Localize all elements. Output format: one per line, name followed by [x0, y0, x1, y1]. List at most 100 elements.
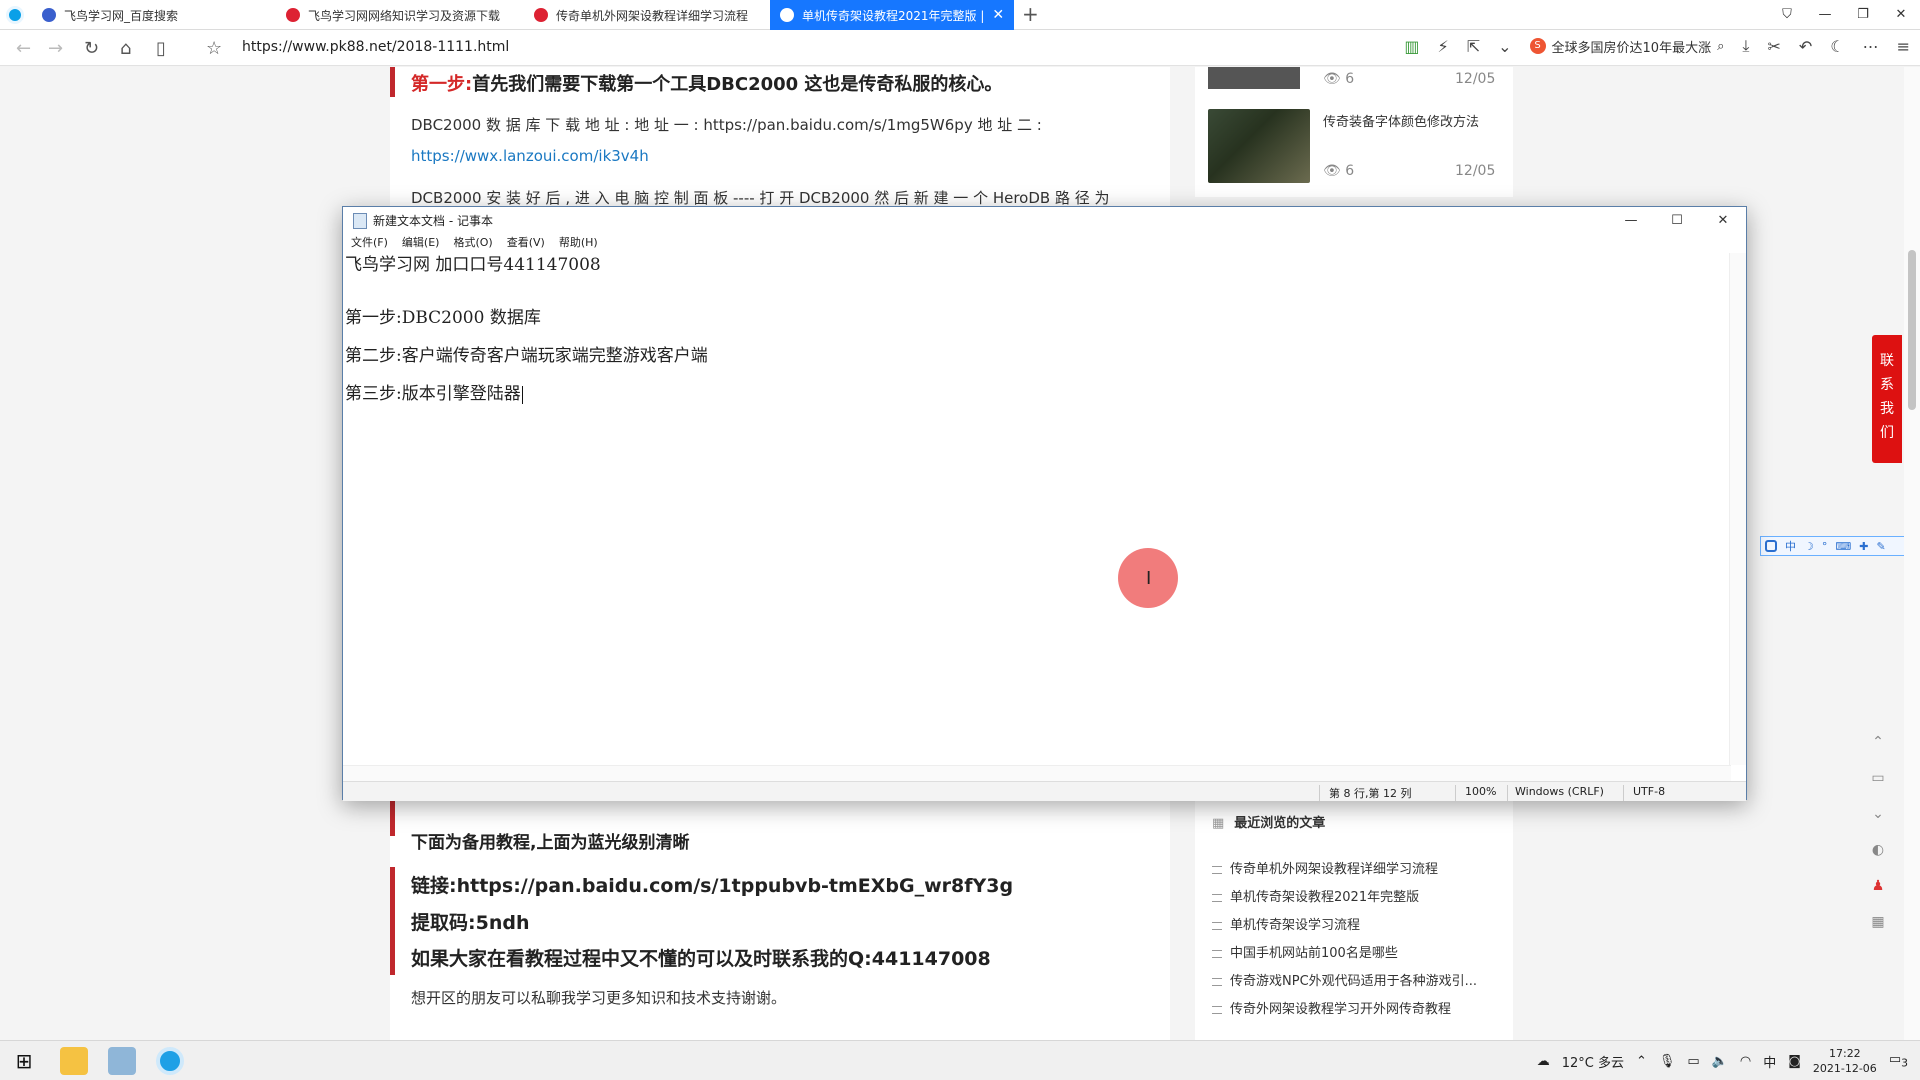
search-icon[interactable]: ⌕	[1717, 39, 1724, 54]
tray-chevron-icon[interactable]: ⌃	[1636, 1054, 1647, 1069]
minimize-button[interactable]: —	[1608, 207, 1654, 234]
reading-mode-icon[interactable]: ▯	[156, 38, 166, 59]
menu-format[interactable]: 格式(O)	[453, 234, 492, 253]
browser-logo-icon[interactable]	[6, 6, 24, 24]
ime-punct-icon[interactable]: °	[1822, 540, 1828, 553]
close-button[interactable]: ✕	[1700, 207, 1746, 234]
notepad-menubar: 文件(F) 编辑(E) 格式(O) 查看(V) 帮助(H)	[343, 234, 598, 253]
qrcode-icon[interactable]: ▦	[1871, 914, 1884, 930]
address-bar: ← → ↻ ⌂ ▯ ☆ https://www.pk88.net/2018-11…	[0, 30, 1920, 66]
volume-icon[interactable]: 🔈	[1712, 1054, 1728, 1069]
tab-close-icon[interactable]: ✕	[992, 7, 1004, 23]
bookmark-star-icon[interactable]: ☆	[206, 38, 222, 59]
tab-baidu-search[interactable]: 飞鸟学习网_百度搜索	[32, 0, 274, 30]
recent-item[interactable]: 传奇游戏NPC外观代码适用于各种游戏引...	[1212, 970, 1477, 989]
download-icon[interactable]: ⤓	[1742, 36, 1749, 56]
close-button[interactable]: ✕	[1882, 0, 1920, 30]
start-windows-icon[interactable]: ⊞	[10, 1047, 38, 1075]
notepad-text-area[interactable]: 飞鸟学习网 加口口号441147008 第一步:DBC2000 数据库 第二步:…	[343, 253, 1731, 765]
weather-text[interactable]: 12°C 多云	[1562, 1052, 1624, 1071]
menu-file[interactable]: 文件(F)	[351, 234, 388, 253]
theme-icon[interactable]: ◐	[1872, 842, 1884, 858]
new-tab-button[interactable]: +	[1022, 2, 1039, 26]
page-scrollbar[interactable]	[1904, 67, 1920, 1040]
menu-view[interactable]: 查看(V)	[507, 234, 545, 253]
recent-item[interactable]: 单机传奇架设教程2021年完整版	[1212, 886, 1419, 905]
menu-help[interactable]: 帮助(H)	[559, 234, 598, 253]
forward-icon[interactable]: →	[48, 38, 63, 59]
text-line-current: 第三步:版本引擎登陆器	[345, 384, 523, 404]
scroll-down-icon[interactable]: ⌄	[1872, 806, 1884, 822]
tab-feiniao-home[interactable]: 飞鸟学习网网络知识学习及资源下载	[276, 0, 522, 30]
recent-item[interactable]: 单机传奇架设学习流程	[1212, 914, 1360, 933]
notepad-window-controls: — ☐ ✕	[1608, 207, 1746, 234]
ime-toolbar[interactable]: 中 ☽ ° ⌨ ✚ ✎	[1760, 536, 1904, 556]
undo-icon[interactable]: ↶	[1799, 37, 1812, 56]
article-thumbnail[interactable]	[1208, 109, 1310, 183]
refresh-icon[interactable]: ↻	[84, 38, 99, 59]
download-line: DBC2000 数 据 库 下 载 地 址 : 地 址 一 : https://…	[411, 116, 1042, 134]
home-icon[interactable]: ⌂	[120, 38, 131, 59]
contact-us-button[interactable]: 联 系 我 们	[1872, 335, 1902, 463]
more-icon[interactable]: ⋯	[1863, 37, 1879, 56]
floating-tools: ⌃ ▭ ⌄ ◐ ♟ ▦	[1863, 734, 1893, 930]
text-line: 第一步:DBC2000 数据库	[345, 308, 541, 328]
share-icon[interactable]: ⇱	[1467, 37, 1480, 56]
ime-mode[interactable]: 中	[1785, 538, 1796, 554]
notepad-statusbar: 第 8 行,第 12 列 100% Windows (CRLF) UTF-8	[343, 781, 1746, 801]
recent-item[interactable]: 传奇外网架设教程学习开外网传奇教程	[1212, 998, 1451, 1017]
browser-tab-bar: 飞鸟学习网_百度搜索 飞鸟学习网网络知识学习及资源下载 传奇单机外网架设教程详细…	[0, 0, 1920, 30]
ime-moon-icon[interactable]: ☽	[1804, 540, 1814, 553]
flash-icon[interactable]: ⚡	[1437, 37, 1448, 56]
baidu-link-line[interactable]: 链接:https://pan.baidu.com/s/1tppubvb-tmEX…	[411, 871, 1013, 898]
night-mode-icon[interactable]: ☾	[1830, 37, 1844, 56]
notepad-vertical-scrollbar[interactable]	[1729, 253, 1746, 765]
tab-active-tutorial-2021[interactable]: 单机传奇架设教程2021年完整版 | ✕	[770, 0, 1014, 30]
menu-edit[interactable]: 编辑(E)	[402, 234, 440, 253]
article-date: 12/05	[1455, 71, 1496, 87]
related-articles-card: 👁 6 12/05 传奇装备字体颜色修改方法 👁 6 12/05	[1195, 67, 1513, 197]
ime-settings-icon[interactable]: ✚	[1859, 540, 1868, 553]
tab-list-icon[interactable]: ⛉	[1768, 0, 1806, 30]
ime-keyboard-icon[interactable]: ⌨	[1835, 540, 1851, 553]
ime-tray-icon[interactable]: 中	[1763, 1052, 1776, 1071]
restore-button[interactable]: ❐	[1844, 0, 1882, 30]
battery-icon[interactable]: ▭	[1687, 1054, 1699, 1069]
clock[interactable]: 17:22 2021-12-06	[1813, 1046, 1877, 1076]
contact-char: 们	[1880, 425, 1894, 441]
chevron-down-icon[interactable]: ⌄	[1498, 37, 1511, 56]
scroll-up-icon[interactable]: ⌃	[1872, 734, 1884, 750]
scrollbar-thumb[interactable]	[1908, 250, 1916, 410]
download-link-2[interactable]: https://wwx.lanzoui.com/ik3v4h	[411, 141, 1151, 171]
notification-count: 3	[1901, 1056, 1908, 1070]
comment-icon[interactable]: ▭	[1871, 770, 1884, 786]
notepad-titlebar[interactable]: 新建文本文档 - 记事本 — ☐ ✕	[343, 207, 1746, 234]
backup-title: 下面为备用教程,上面为蓝光级别清晰	[411, 833, 690, 853]
tab-chuanqi-tutorial[interactable]: 传奇单机外网架设教程详细学习流程	[524, 0, 768, 30]
notepad-taskbar-icon[interactable]	[108, 1047, 136, 1075]
article-date: 12/05	[1455, 163, 1496, 179]
scissors-icon[interactable]: ✂	[1767, 37, 1780, 56]
tab-label: 飞鸟学习网_百度搜索	[64, 8, 179, 23]
maximize-button[interactable]: ☐	[1654, 207, 1700, 234]
recent-item[interactable]: 传奇单机外网架设教程详细学习流程	[1212, 858, 1438, 877]
reader-icon[interactable]: ▥	[1404, 37, 1419, 56]
qq-tray-icon[interactable]: ◙	[1788, 1054, 1801, 1069]
hot-search-box[interactable]: S 全球多国房价达10年最大涨 ⌕	[1529, 37, 1724, 56]
notepad-horizontal-scrollbar[interactable]	[343, 765, 1731, 781]
article-title-link[interactable]: 传奇装备字体颜色修改方法	[1323, 111, 1479, 130]
user-icon[interactable]: ♟	[1872, 878, 1885, 894]
section-marker	[390, 67, 395, 97]
url-input[interactable]: https://www.pk88.net/2018-1111.html	[242, 39, 509, 55]
wifi-icon[interactable]: ◠	[1740, 1054, 1751, 1069]
recent-item[interactable]: 中国手机网站前100名是哪些	[1212, 942, 1398, 961]
browser-taskbar-icon[interactable]	[156, 1047, 184, 1075]
mic-icon[interactable]: 🎙	[1659, 1054, 1676, 1069]
article-thumbnail[interactable]	[1208, 67, 1300, 89]
menu-icon[interactable]: ≡	[1897, 37, 1910, 56]
ime-tool-icon[interactable]: ✎	[1876, 540, 1885, 553]
notification-icon[interactable]: ▭3	[1889, 1052, 1908, 1070]
minimize-button[interactable]: —	[1806, 0, 1844, 30]
file-explorer-icon[interactable]	[60, 1047, 88, 1075]
back-icon[interactable]: ←	[16, 38, 31, 59]
